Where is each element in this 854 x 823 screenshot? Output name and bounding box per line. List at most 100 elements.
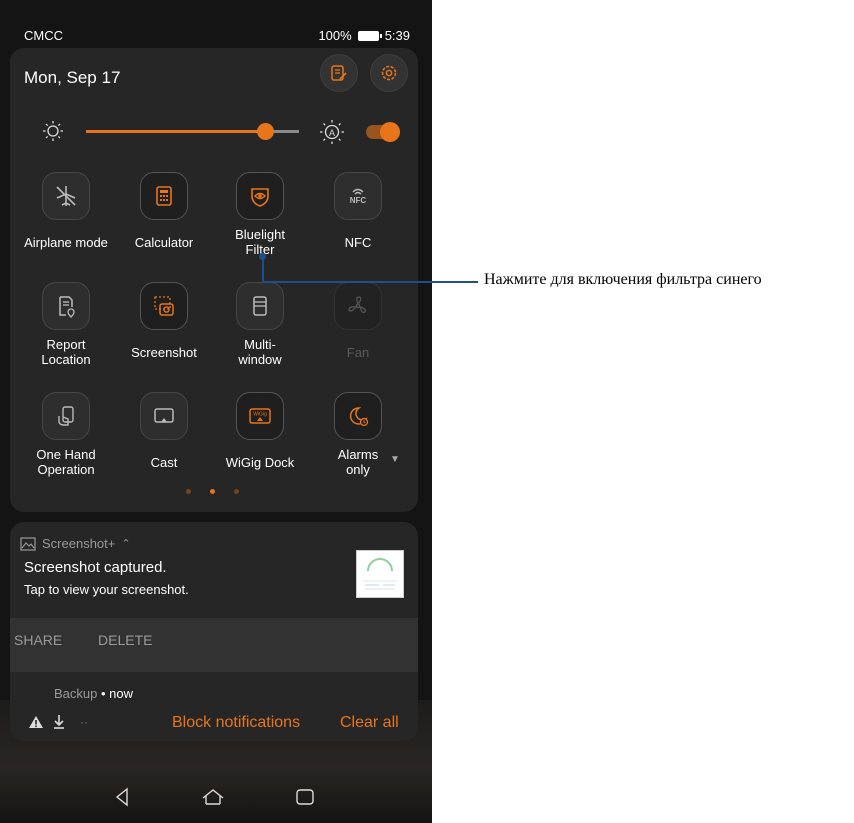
delete-button[interactable]: DELETE xyxy=(98,632,152,648)
tile-icon-box xyxy=(140,172,188,220)
tile-airplane-mode[interactable]: Airplane mode xyxy=(16,172,116,258)
clear-all-button[interactable]: Clear all xyxy=(340,714,399,732)
home-icon[interactable] xyxy=(200,786,226,808)
tile-label: Screenshot xyxy=(131,344,197,360)
block-notifications-button[interactable]: Block notifications xyxy=(172,714,300,732)
cast-icon xyxy=(154,408,174,423)
tile-label: Fan xyxy=(346,344,370,360)
auto-brightness-toggle[interactable] xyxy=(366,122,400,142)
date-label: Mon, Sep 17 xyxy=(24,68,121,87)
tile-label: Report Location xyxy=(41,337,91,367)
back-icon[interactable] xyxy=(113,786,131,808)
report-location-icon xyxy=(59,296,75,318)
tile-icon-box: NFC xyxy=(334,172,382,220)
brightness-low-icon xyxy=(43,121,63,141)
edit-button[interactable] xyxy=(320,54,358,92)
tile-one-hand-operation[interactable]: One Hand Operation xyxy=(16,392,116,478)
tile-screenshot[interactable]: Screenshot xyxy=(114,282,214,368)
multi-window-icon xyxy=(253,296,267,316)
notification-header: Screenshot+ ⌃ xyxy=(20,536,131,551)
battery-icon xyxy=(357,30,382,41)
tile-icon-box xyxy=(236,282,284,330)
recent-apps-icon[interactable] xyxy=(294,786,316,808)
nfc-icon: NFC xyxy=(350,188,367,205)
one-hand-icon xyxy=(58,406,74,426)
screenshot-icon xyxy=(154,296,174,316)
share-button[interactable]: SHARE xyxy=(14,632,62,648)
carrier-name: CMCC xyxy=(24,28,63,43)
calculator-icon xyxy=(156,186,172,206)
quick-settings-panel: Mon, Sep 17 A Airplane mode Calculator B… xyxy=(10,48,418,512)
phone-screen: CMCC 100% 5:39 Mon, Sep 17 A Airplane mo… xyxy=(0,0,432,823)
alarm-moon-icon xyxy=(349,407,369,427)
tile-icon-box xyxy=(236,172,284,220)
tile-icon-box xyxy=(334,282,382,330)
callout-dot xyxy=(259,253,266,260)
eye-shield-icon xyxy=(251,188,269,207)
tile-icon-box xyxy=(140,392,188,440)
tile-fan[interactable]: Fan xyxy=(308,282,408,368)
notification-actions: SHARE DELETE xyxy=(10,618,418,672)
tile-label: Alarms only xyxy=(337,447,379,477)
download-icon xyxy=(54,715,64,729)
tile-icon-box xyxy=(42,282,90,330)
expand-arrow-icon[interactable]: ▼ xyxy=(390,454,400,465)
fan-icon xyxy=(348,296,367,314)
status-bar: CMCC 100% 5:39 xyxy=(0,18,432,48)
battery-percent: 100% xyxy=(318,28,352,43)
tile-label: Multi-window xyxy=(238,337,282,367)
clock: 5:39 xyxy=(384,28,410,43)
tile-label: WiGig Dock xyxy=(225,454,295,470)
auto-brightness-toggle-knob xyxy=(380,122,400,142)
brightness-slider-fill xyxy=(86,130,265,133)
tile-icon-box xyxy=(140,282,188,330)
page-dot-current[interactable] xyxy=(210,489,215,494)
auto-brightness-icon: A xyxy=(320,120,344,144)
settings-button[interactable] xyxy=(370,54,408,92)
notification-app-name: Screenshot+ xyxy=(42,536,116,551)
page-dot[interactable] xyxy=(234,489,239,494)
screenshot-thumbnail[interactable] xyxy=(356,550,404,598)
group-icons: ·· xyxy=(28,714,88,730)
tile-cast[interactable]: Cast xyxy=(114,392,214,478)
more-dots-icon: ·· xyxy=(80,715,88,729)
svg-text:NFC: NFC xyxy=(350,196,367,205)
tile-calculator[interactable]: Calculator xyxy=(114,172,214,258)
tile-icon-box xyxy=(334,392,382,440)
page-indicator xyxy=(186,489,239,494)
tile-bluelight-filter[interactable]: Bluelight Filter xyxy=(210,172,310,258)
tile-label: NFC xyxy=(344,234,372,250)
tile-icon-box: WiGig xyxy=(236,392,284,440)
notification-title: Screenshot captured. xyxy=(24,559,167,576)
chevron-up-icon[interactable]: ⌃ xyxy=(121,537,130,550)
brightness-slider-thumb[interactable] xyxy=(256,123,274,140)
brightness-slider[interactable] xyxy=(86,123,299,140)
tile-alarms-only[interactable]: Alarms only xyxy=(308,392,408,478)
svg-text:A: A xyxy=(329,128,335,138)
warning-icon xyxy=(29,716,43,728)
tile-label: Calculator xyxy=(134,234,194,250)
svg-text:WiGig: WiGig xyxy=(253,412,267,418)
tile-nfc[interactable]: NFC NFC xyxy=(308,172,408,258)
notification-group: Backup • now ·· Block notifications Clea… xyxy=(10,672,418,741)
tile-multi-window[interactable]: Multi-window xyxy=(210,282,310,368)
airplane-icon xyxy=(56,186,76,206)
screenshot-notification[interactable]: Screenshot+ ⌃ Screenshot captured. Tap t… xyxy=(10,522,418,672)
tile-wigig-dock[interactable]: WiGig WiGig Dock xyxy=(210,392,310,478)
wigig-icon: WiGig xyxy=(249,408,271,424)
tile-icon-box xyxy=(42,392,90,440)
tile-label: Airplane mode xyxy=(24,234,108,250)
notification-text: Tap to view your screenshot. xyxy=(24,582,189,597)
group-header: Backup • now xyxy=(54,686,134,701)
edit-list-icon xyxy=(331,65,347,81)
status-right: 100% 5:39 xyxy=(318,28,410,43)
tile-label: One Hand Operation xyxy=(36,447,96,477)
tile-report-location[interactable]: Report Location xyxy=(16,282,116,368)
page-dot[interactable] xyxy=(186,489,191,494)
gear-icon xyxy=(381,65,397,81)
brightness-row: A xyxy=(10,118,418,148)
tile-icon-box xyxy=(42,172,90,220)
group-time: now xyxy=(109,686,134,701)
image-icon xyxy=(20,536,36,551)
tile-label: Cast xyxy=(150,454,178,470)
